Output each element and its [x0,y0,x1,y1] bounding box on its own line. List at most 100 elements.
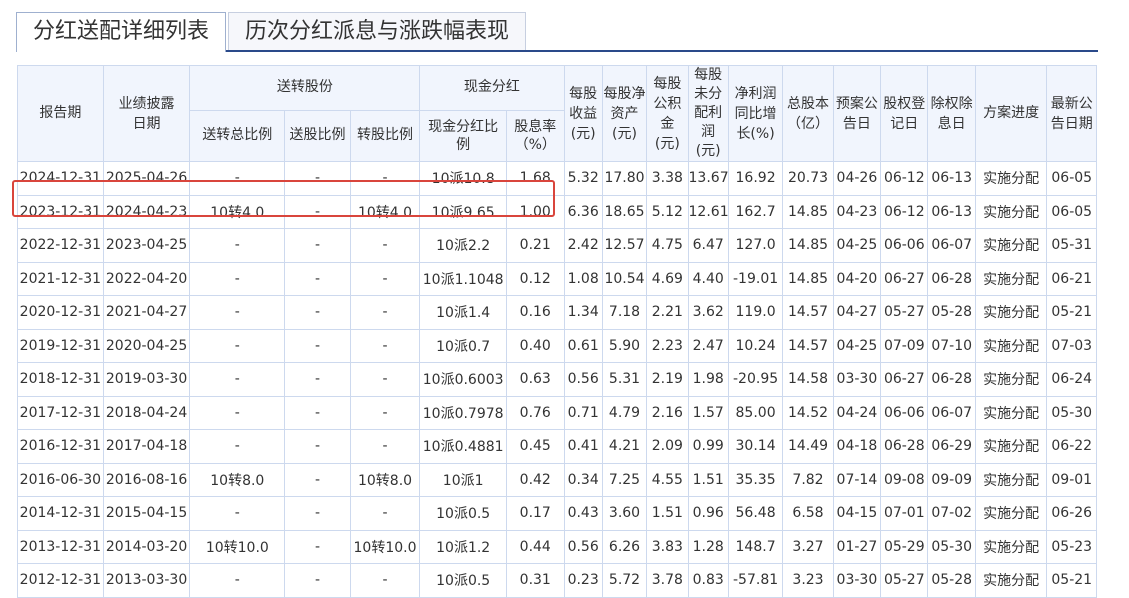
table-cell: - [189,228,286,263]
table-cell: 06-13 [927,194,976,229]
table-cell: 0.16 [506,295,565,330]
table-cell: 7.18 [601,295,648,330]
table-row[interactable]: 2016-06-30 2016-08-16 10转8.0-10转8.0 10派1 0.4… [17,462,1097,497]
col-latest-date[interactable]: 最新公告日期 [1046,65,1097,162]
table-row[interactable]: 2023-12-31 2024-04-23 10转4.0-10转4.0 10派9.65… [17,194,1097,229]
col-record-date[interactable]: 股权登记日 [880,65,929,162]
table-row[interactable]: 2017-12-31 2018-04-24- - -10派0.7978 0.76 0.71… [17,395,1097,430]
table-cell: 05-23 [1046,529,1097,564]
col-cash-plan[interactable]: 现金分红比例 [419,109,508,163]
table-cell: - [349,395,421,430]
table-cell: 0.23 [563,563,603,598]
table-row[interactable]: 2018-12-31 2019-03-30- - -10派0.6003 0.63 0.56… [17,362,1097,397]
table-cell: 4.40 [687,261,729,296]
table-cell: - [349,161,421,196]
col-disclosure-date[interactable]: 业绩披露日期 [102,65,191,162]
tab-dividend-history-performance[interactable]: 历次分红派息与涨跌幅表现 [228,12,526,50]
col-plan-date[interactable]: 预案公告日 [832,65,882,162]
table-cell: 04-25 [832,228,882,263]
table-cell: 04-24 [832,395,882,430]
table-cell: 2020-12-31 [17,295,104,330]
col-undistributed-profit[interactable]: 每股未分配利润(元) [687,65,729,162]
table-cell: - [189,261,286,296]
table-cell: 06-28 [927,362,976,397]
table-cell: 06-24 [1046,362,1097,397]
col-bonus-total[interactable]: 送转总比例 [189,109,286,163]
table-row[interactable]: 2024-12-31 2025-04-26- - -10派10.8 1.68 5.32 17… [17,161,1097,196]
table-cell: 2022-04-20 [102,261,191,296]
col-plan-date-label: 预案公告日 [835,95,878,132]
table-cell: 0.34 [563,462,603,497]
col-eps-label: 每股收益(元) [569,85,598,142]
table-row[interactable]: 2021-12-31 2022-04-20- - -10派1.1048 0.12 1.08… [17,261,1097,296]
table-cell: 实施分配 [974,362,1048,397]
table-row[interactable]: 2022-12-31 2023-04-25- - -10派2.2 0.21 2.42 12.… [17,228,1097,263]
col-dividend-yield[interactable]: 股息率（%） [506,109,565,163]
table-cell: 5.72 [601,563,648,598]
table-cell: 2.09 [646,429,689,464]
table-cell: 0.21 [506,228,565,263]
col-profit-growth-label: 净利润同比增长(%) [734,85,777,142]
table-cell: 05-27 [880,295,929,330]
table-cell: 10转8.0 [189,462,286,497]
table-cell: 实施分配 [974,228,1048,263]
table-cell: - [284,462,351,497]
table-cell: 07-03 [1046,328,1097,363]
col-progress[interactable]: 方案进度 [974,65,1048,162]
table-cell: 4.79 [601,395,648,430]
table-cell: 2.23 [646,328,689,363]
col-report-period[interactable]: 报告期 [17,65,104,162]
table-row[interactable]: 2016-12-31 2017-04-18- - -10派0.4881 0.45 0.41… [17,429,1097,464]
table-cell: 2019-12-31 [17,328,104,363]
col-bvps[interactable]: 每股净资产(元) [601,65,648,162]
col-group-cash-dividend: 现金分红 [419,65,565,111]
table-cell: 5.32 [563,161,603,196]
table-cell: 10转10.0 [349,529,421,564]
table-row[interactable]: 2019-12-31 2020-04-25- - -10派0.7 0.40 0.61 5.9… [17,328,1097,363]
table-cell: 3.27 [782,529,834,564]
table-cell: 2013-03-30 [102,563,191,598]
table-cell: 05-31 [1046,228,1097,263]
table-cell: 实施分配 [974,563,1048,598]
table-cell: 10派1.1048 [419,261,508,296]
table-cell: 2016-06-30 [17,462,104,497]
col-total-shares[interactable]: 总股本（亿） [782,65,834,162]
table-cell: 3.38 [646,161,689,196]
col-transfer-ratio[interactable]: 转股比例 [349,109,421,163]
table-cell: 1.00 [506,194,565,229]
table-body: 2024-12-31 2025-04-26- - -10派10.8 1.68 5.32 17… [17,161,1097,598]
table-cell: 06-12 [880,194,929,229]
table-cell: 14.58 [782,362,834,397]
col-profit-growth[interactable]: 净利润同比增长(%) [727,65,784,162]
table-cell: 10派0.5 [419,496,508,531]
table-row[interactable]: 2013-12-31 2014-03-20 10转10.0-10转10.0 10派1.… [17,529,1097,564]
table-cell: 0.44 [506,529,565,564]
table-cell: 05-30 [927,529,976,564]
col-disclosure-date-label: 业绩披露日期 [118,95,175,132]
table-cell: 6.26 [601,529,648,564]
table-cell: 85.00 [727,395,784,430]
table-cell: - [284,496,351,531]
tab-dividend-details[interactable]: 分红送配详细列表 [16,12,226,52]
table-cell: 162.7 [727,194,784,229]
table-cell: 10派0.7978 [419,395,508,430]
table-cell: 实施分配 [974,496,1048,531]
table-cell: 06-28 [927,261,976,296]
col-ex-date[interactable]: 除权除息日 [927,65,976,162]
col-bonus-ratio[interactable]: 送股比例 [284,109,351,163]
table-cell: 35.35 [727,462,784,497]
table-cell: 05-28 [927,295,976,330]
table-row[interactable]: 2020-12-31 2021-04-27- - -10派1.4 0.16 1.34 7.1… [17,295,1097,330]
table-cell: - [284,362,351,397]
table-cell: 119.0 [727,295,784,330]
col-reserve[interactable]: 每股公积金(元) [646,65,689,162]
table-row[interactable]: 2012-12-31 2013-03-30- - -10派0.5 0.31 0.23 5.7… [17,563,1097,598]
table-cell: 10转10.0 [189,529,286,564]
table-row[interactable]: 2014-12-31 2015-04-15- - -10派0.5 0.17 0.43 3.6… [17,496,1097,531]
table-cell: - [189,563,286,598]
table-cell: - [284,228,351,263]
col-eps[interactable]: 每股收益(元) [563,65,603,162]
table-cell: 06-27 [880,362,929,397]
table-cell: 14.57 [782,295,834,330]
table-cell: 2023-04-25 [102,228,191,263]
